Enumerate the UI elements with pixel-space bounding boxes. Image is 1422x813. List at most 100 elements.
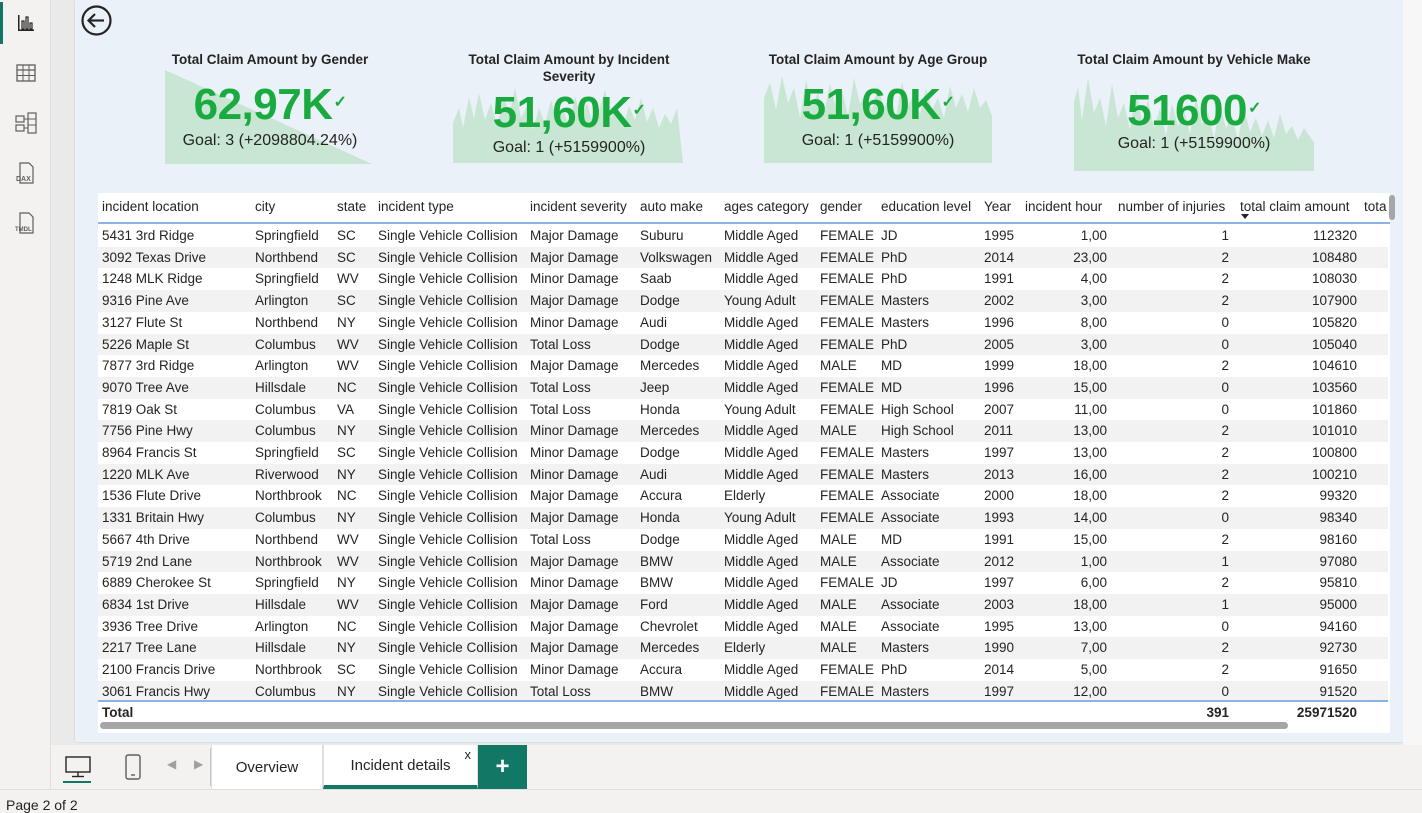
canvas-vertical-scrollbar[interactable] bbox=[1403, 0, 1422, 745]
table-row[interactable]: 1536 Flute Drive Northbrook NC Single Vehic… bbox=[98, 485, 1388, 507]
table-row[interactable]: 3936 Tree Drive Arlington NC Single Vehicle… bbox=[98, 616, 1388, 638]
table-horizontal-scroll-thumb[interactable] bbox=[100, 722, 1288, 729]
table-row[interactable]: 3092 Texas Drive Northbend SC Single Vehicl… bbox=[98, 246, 1388, 269]
table-cell: Middle Aged bbox=[724, 379, 799, 395]
tmdl-view-button[interactable]: TMDL bbox=[0, 200, 51, 246]
kpi-card-age-group[interactable]: Total Claim Amount by Age Group 51,60K✓ … bbox=[758, 48, 998, 173]
table-row[interactable]: 8964 Francis St Springfield SC Single Vehic… bbox=[98, 442, 1388, 464]
next-page-arrow-icon[interactable]: ▶ bbox=[194, 757, 203, 771]
table-row[interactable]: 5226 Maple St Columbus WV Single Vehicle Co… bbox=[98, 333, 1388, 356]
table-body: 5431 3rd Ridge Springfield SC Single Vehicl… bbox=[98, 225, 1388, 700]
table-row[interactable]: 1248 MLK Ridge Springfield WV Single Vehicl… bbox=[98, 268, 1388, 290]
table-cell: Single Vehicle Collision bbox=[378, 662, 518, 677]
table-row[interactable]: 3127 Flute St Northbend NY Single Vehicle C… bbox=[98, 312, 1388, 334]
table-row[interactable]: 1220 MLK Ave Riverwood NY Single Vehicle Co… bbox=[98, 463, 1388, 486]
table-cell: Major Damage bbox=[530, 510, 619, 526]
table-row[interactable]: 5431 3rd Ridge Springfield SC Single Vehicl… bbox=[98, 225, 1388, 247]
column-header[interactable]: state bbox=[337, 199, 366, 214]
column-header[interactable]: Year bbox=[984, 199, 1011, 214]
desktop-layout-button[interactable] bbox=[63, 752, 93, 782]
table-cell: FEMALE bbox=[820, 662, 875, 677]
table-row[interactable]: 9316 Pine Ave Arlington SC Single Vehicle C… bbox=[98, 290, 1388, 312]
table-cell: Minor Damage bbox=[530, 423, 619, 439]
table-row[interactable]: 3061 Francis Hwy Columbus NY Single Vehicle… bbox=[98, 680, 1388, 700]
table-cell: Chevrolet bbox=[640, 618, 698, 634]
table-cell: Middle Aged bbox=[724, 445, 799, 460]
mobile-layout-button[interactable] bbox=[118, 752, 148, 782]
column-header[interactable]: gender bbox=[820, 199, 862, 214]
column-header[interactable]: city bbox=[255, 199, 275, 214]
table-row[interactable]: 6889 Cherokee St Springfield NY Single Vehi… bbox=[98, 572, 1388, 594]
column-header[interactable]: education level bbox=[881, 199, 971, 214]
table-view-button[interactable] bbox=[0, 50, 51, 96]
table-vertical-scrollbar[interactable] bbox=[1388, 193, 1396, 703]
column-header-sorted[interactable]: total claim amount bbox=[1240, 199, 1350, 214]
table-cell: Arlington bbox=[255, 358, 309, 374]
dax-query-view-button[interactable]: DAX bbox=[0, 150, 51, 196]
kpi-card-severity[interactable]: Total Claim Amount by Incident Severity … bbox=[449, 48, 689, 173]
table-cell: 2011 bbox=[984, 423, 1014, 439]
table-row[interactable]: 7819 Oak St Columbus VA Single Vehicle Coll… bbox=[98, 399, 1388, 421]
table-cell: MALE bbox=[820, 640, 857, 656]
incident-details-table[interactable]: incident location city state incident ty… bbox=[98, 193, 1390, 733]
table-cell: 8964 Francis St bbox=[102, 445, 197, 460]
column-header[interactable]: incident location bbox=[102, 199, 199, 214]
dax-icon: DAX bbox=[16, 162, 34, 184]
column-header[interactable]: ages category bbox=[724, 199, 809, 214]
table-cell: 11,00 bbox=[1074, 401, 1107, 417]
table-cell: WV bbox=[337, 358, 359, 374]
back-button[interactable] bbox=[80, 4, 113, 37]
column-header[interactable]: number of injuries bbox=[1118, 199, 1225, 214]
table-cell: FEMALE bbox=[820, 510, 875, 526]
table-cell: 15,00 bbox=[1073, 379, 1107, 395]
table-cell: 15,00 bbox=[1073, 531, 1107, 547]
table-row[interactable]: 7877 3rd Ridge Arlington WV Single Vehicle … bbox=[98, 355, 1388, 377]
table-row[interactable]: 1331 Britain Hwy Columbus NY Single Vehicle… bbox=[98, 507, 1388, 529]
table-row[interactable]: 5719 2nd Lane Northbrook WV Single Vehicle … bbox=[98, 550, 1388, 573]
table-cell: 1995 bbox=[984, 228, 1015, 243]
table-cell: 1248 MLK Ridge bbox=[102, 271, 203, 287]
table-cell: Middle Aged bbox=[724, 662, 799, 677]
table-cell: SC bbox=[337, 293, 356, 309]
previous-page-arrow-icon[interactable]: ◀ bbox=[167, 757, 176, 771]
model-view-button[interactable] bbox=[0, 100, 51, 146]
table-cell: 1 bbox=[1221, 596, 1229, 612]
table-cell: 2 bbox=[1221, 531, 1229, 547]
table-cell: MALE bbox=[820, 531, 857, 547]
table-cell: 1996 bbox=[984, 379, 1015, 395]
table-cell: 105040 bbox=[1311, 336, 1357, 352]
table-cell: Major Damage bbox=[530, 358, 619, 374]
plus-icon: + bbox=[495, 753, 510, 780]
table-cell: 2002 bbox=[984, 293, 1015, 309]
tab-overview[interactable]: Overview bbox=[211, 745, 323, 789]
table-cell: Major Damage bbox=[530, 640, 619, 656]
add-page-button[interactable]: + bbox=[478, 745, 527, 789]
table-row[interactable]: 2100 Francis Drive Northbrook SC Single Veh… bbox=[98, 659, 1388, 681]
report-view-button[interactable] bbox=[0, 0, 51, 46]
table-cell: Associate bbox=[881, 488, 940, 504]
table-cell: Single Vehicle Collision bbox=[378, 575, 518, 591]
table-cell: Single Vehicle Collision bbox=[378, 445, 518, 460]
column-header[interactable]: auto make bbox=[640, 199, 703, 214]
table-row[interactable]: 6834 1st Drive Hillsdale WV Single Vehicle … bbox=[98, 593, 1388, 616]
table-cell: Masters bbox=[881, 445, 930, 460]
table-cell: 0 bbox=[1221, 618, 1229, 634]
table-cell: 94160 bbox=[1319, 618, 1357, 634]
table-vertical-scroll-thumb[interactable] bbox=[1389, 195, 1395, 220]
table-cell: Single Vehicle Collision bbox=[378, 336, 518, 352]
column-header[interactable]: incident severity bbox=[530, 199, 627, 214]
table-cell: Columbus bbox=[255, 336, 316, 352]
column-header[interactable]: incident hour bbox=[1025, 199, 1102, 214]
table-row[interactable]: 2217 Tree Lane Hillsdale NY Single Vehicle … bbox=[98, 637, 1388, 659]
kpi-card-vehicle-make[interactable]: Total Claim Amount by Vehicle Make 51600… bbox=[1074, 48, 1314, 173]
table-row[interactable]: 5667 4th Drive Northbend WV Single Vehicle … bbox=[98, 529, 1388, 551]
table-row[interactable]: 7756 Pine Hwy Columbus NY Single Vehicle Co… bbox=[98, 420, 1388, 442]
close-tab-icon[interactable]: x bbox=[465, 747, 472, 762]
table-row[interactable]: 9070 Tree Ave Hillsdale NC Single Vehicle C… bbox=[98, 376, 1388, 399]
kpi-card-gender[interactable]: Total Claim Amount by Gender 62,97K✓ Goa… bbox=[150, 48, 390, 173]
column-header[interactable]: incident type bbox=[378, 199, 454, 214]
tab-incident-details[interactable]: Incident details x bbox=[323, 745, 478, 789]
column-header[interactable]: tota bbox=[1364, 199, 1387, 214]
table-cell: 2 bbox=[1221, 358, 1229, 374]
table-cell: WV bbox=[337, 596, 359, 612]
